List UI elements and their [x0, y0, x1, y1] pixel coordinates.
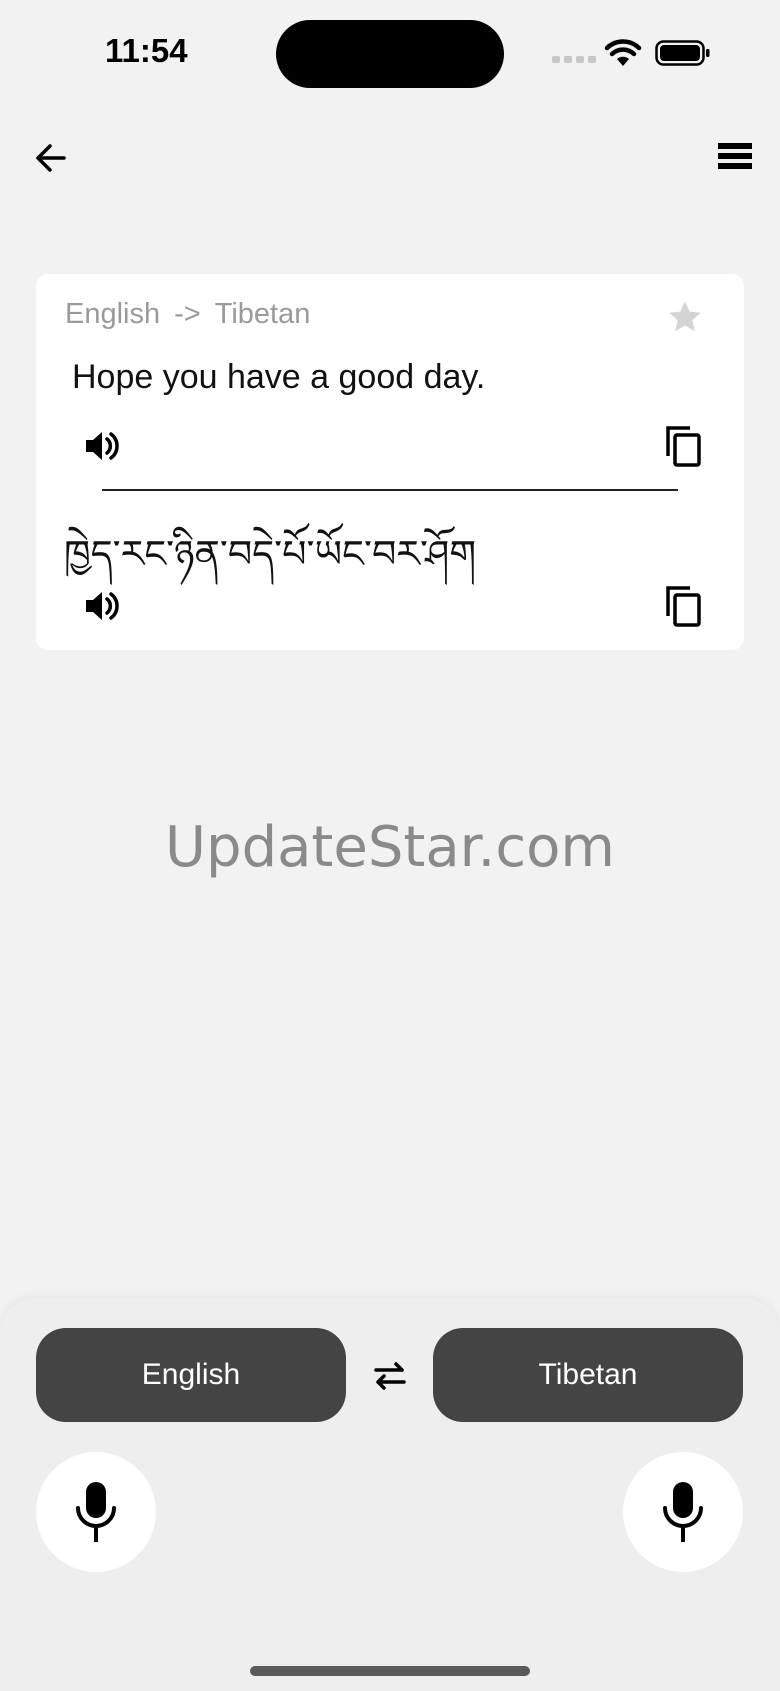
target-language-label: Tibetan — [214, 298, 311, 330]
target-mic-button[interactable] — [623, 1452, 743, 1572]
speaker-icon[interactable] — [82, 426, 122, 466]
battery-icon — [655, 40, 710, 66]
language-pair: English -> Tibetan — [65, 298, 310, 331]
dynamic-island — [276, 20, 504, 88]
copy-icon[interactable] — [664, 584, 704, 628]
swap-arrows-icon[interactable] — [370, 1356, 410, 1396]
status-time: 11:54 — [105, 32, 188, 69]
bottom-panel: English Tibetan — [0, 1298, 780, 1691]
arrow-left-icon — [36, 144, 66, 172]
source-language-button[interactable]: English — [36, 1328, 346, 1422]
status-bar: 11:54 — [0, 0, 780, 110]
microphone-icon — [76, 1482, 116, 1542]
home-indicator[interactable] — [250, 1666, 530, 1676]
star-icon[interactable] — [666, 298, 704, 336]
translated-text: ཁྱེད་རང་ཉིན་བདེ་པོ་ཡོང་བར་ཤོག — [64, 532, 477, 576]
speaker-icon[interactable] — [82, 586, 122, 626]
card-divider — [102, 489, 678, 491]
wifi-icon — [604, 39, 642, 66]
watermark: UpdateStar.com — [165, 815, 615, 880]
source-text: Hope you have a good day. — [72, 358, 486, 396]
source-mic-button[interactable] — [36, 1452, 156, 1572]
microphone-icon — [663, 1482, 703, 1542]
target-language-button[interactable]: Tibetan — [433, 1328, 743, 1422]
copy-icon[interactable] — [664, 424, 704, 468]
stack-menu-icon — [718, 143, 752, 169]
direction-arrow: -> — [174, 298, 201, 330]
cellular-signal-icon — [552, 56, 596, 63]
back-button[interactable] — [30, 136, 74, 180]
source-language-label: English — [65, 298, 161, 330]
menu-button[interactable] — [714, 138, 758, 178]
translation-card: English -> Tibetan Hope you have a good da… — [36, 274, 744, 650]
